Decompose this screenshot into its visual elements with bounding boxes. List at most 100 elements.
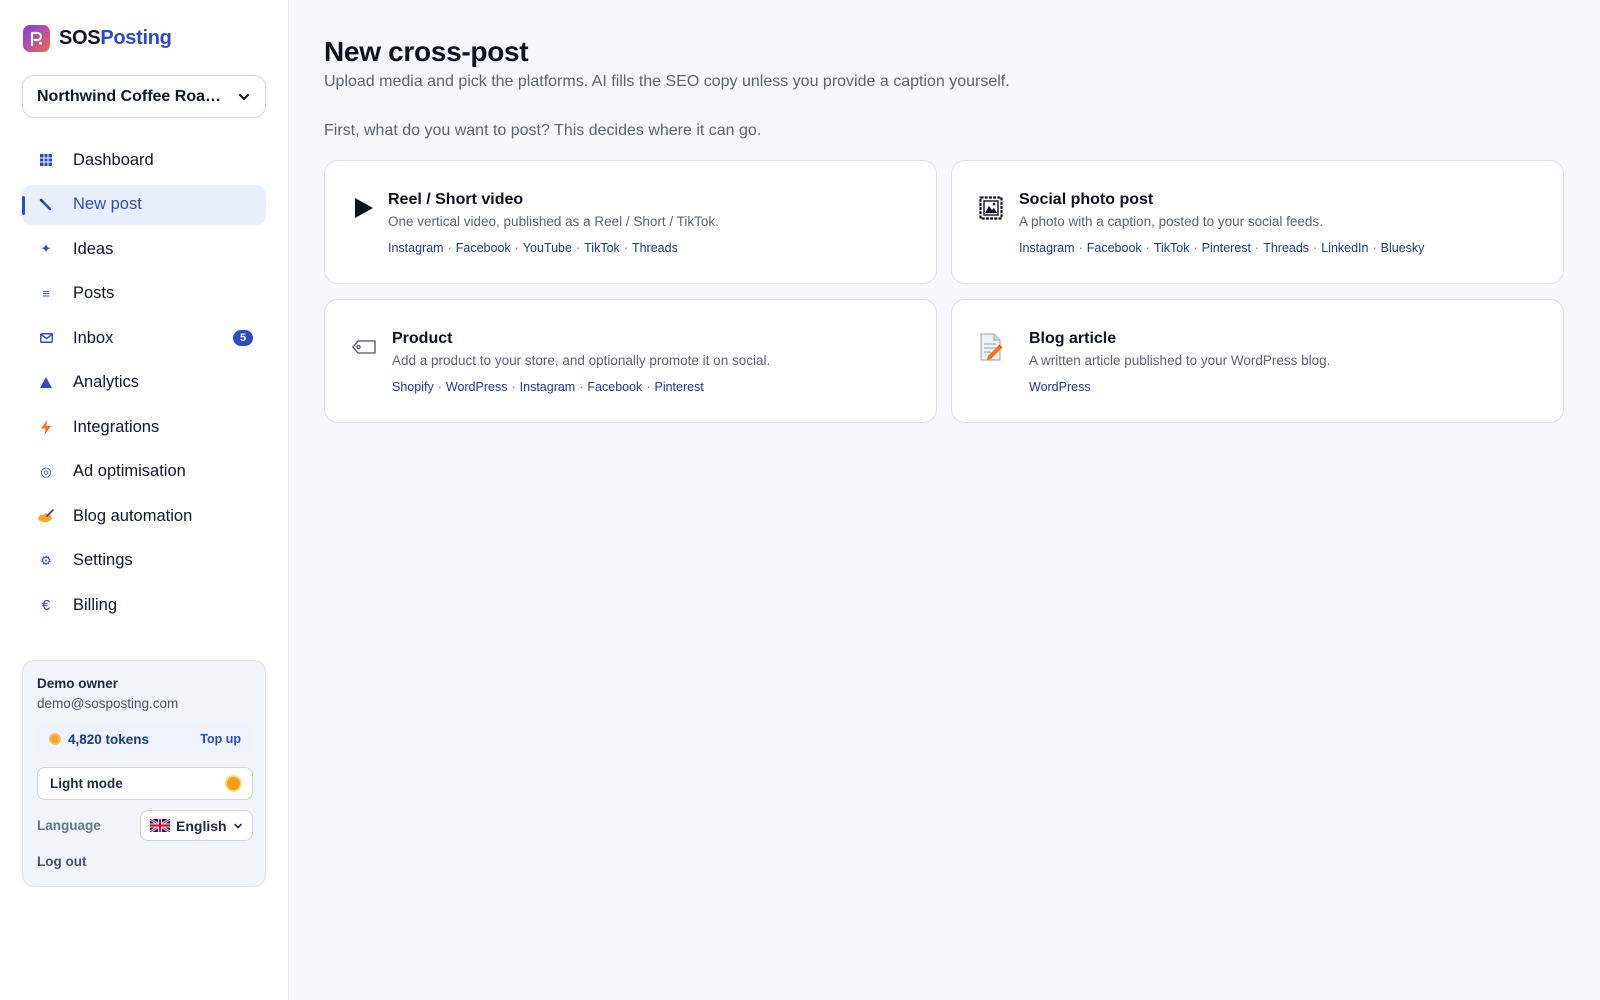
platform-wordpress[interactable]: WordPress — [446, 380, 508, 394]
chevron-down-icon — [239, 93, 249, 100]
list-icon: ≡ — [42, 286, 50, 301]
price-tag-icon — [351, 334, 377, 360]
grid-icon — [37, 151, 55, 169]
post-type-card-reel[interactable]: Reel / Short video One vertical video, p… — [324, 160, 937, 284]
card-platforms: Shopify · WordPress · Instagram · Facebook · Pin… — [392, 380, 704, 394]
token-count: 4,820 tokens — [68, 731, 150, 747]
top-up-link[interactable]: Top up — [200, 732, 241, 746]
page-title: New cross-post — [324, 36, 529, 67]
sidebar-item-ad-optimisation[interactable]: ◎ Ad optimisation — [22, 452, 266, 492]
logout-link[interactable]: Log out — [37, 854, 86, 869]
post-type-card-blog[interactable]: Blog article A written article published… — [951, 299, 1564, 423]
language-value: English — [176, 817, 227, 834]
platform-threads[interactable]: Threads — [1263, 241, 1309, 255]
language-select[interactable]: English — [140, 810, 253, 841]
card-title: Product — [392, 330, 453, 347]
page-subtitle: Upload media and pick the platforms. AI … — [324, 73, 1010, 90]
sidebar-item-integrations[interactable]: Integrations — [22, 407, 266, 447]
card-description: A written article published to your Word… — [1029, 353, 1331, 368]
platform-shopify[interactable]: Shopify — [392, 380, 434, 394]
platform-youtube[interactable]: YouTube — [523, 241, 572, 255]
sidebar-item-analytics[interactable]: Analytics — [22, 363, 266, 403]
platform-facebook[interactable]: Facebook — [587, 380, 642, 394]
sidebar-item-label: New post — [73, 195, 142, 213]
account-name: Demo owner — [37, 676, 119, 691]
platform-wordpress[interactable]: WordPress — [1029, 380, 1091, 394]
platform-instagram[interactable]: Instagram — [520, 380, 576, 394]
sidebar-item-new-post[interactable]: New post — [22, 184, 266, 225]
brand-name-part2: Posting — [100, 26, 172, 49]
card-platforms: Instagram · Facebook · YouTube · TikTok · Thread… — [388, 241, 678, 255]
memo-icon — [978, 333, 1004, 361]
card-title: Social photo post — [1019, 191, 1154, 208]
sidebar: SOSPosting Northwind Coffee Roas… Dashbo… — [0, 0, 289, 1000]
theme-toggle[interactable]: Light mode — [37, 767, 253, 800]
coin-icon — [49, 733, 61, 745]
sidebar-item-billing[interactable]: € Billing — [22, 585, 266, 625]
triangle-icon — [37, 374, 55, 392]
sparkle-icon: ✦ — [40, 241, 52, 256]
theme-toggle-label: Light mode — [50, 776, 123, 791]
writing-hand-icon — [37, 507, 55, 525]
brand-name: SOSPosting — [59, 27, 172, 50]
pencil-icon — [37, 196, 55, 214]
logo-icon — [23, 24, 50, 52]
brand[interactable]: SOSPosting — [23, 24, 172, 52]
sidebar-item-label: Posts — [73, 284, 115, 302]
gear-icon: ⚙ — [40, 552, 52, 568]
envelope-icon — [37, 329, 55, 347]
card-description: Add a product to your store, and optiona… — [392, 353, 771, 368]
platform-instagram[interactable]: Instagram — [388, 241, 444, 255]
target-icon: ◎ — [40, 463, 52, 479]
sidebar-item-dashboard[interactable]: Dashboard — [22, 140, 266, 180]
workspace-selector[interactable]: Northwind Coffee Roas… — [22, 75, 266, 118]
platform-threads[interactable]: Threads — [632, 241, 678, 255]
post-type-card-product[interactable]: Product Add a product to your store, and… — [324, 299, 937, 423]
sidebar-item-label: Settings — [73, 551, 133, 569]
platform-tiktok[interactable]: TikTok — [584, 241, 620, 255]
post-type-prompt: First, what do you want to post? This de… — [324, 122, 762, 139]
sidebar-item-posts[interactable]: ≡ Posts — [22, 274, 266, 314]
sun-icon — [227, 777, 240, 790]
sidebar-item-ideas[interactable]: ✦ Ideas — [22, 229, 266, 269]
sidebar-item-label: Analytics — [73, 373, 140, 391]
card-description: One vertical video, published as a Reel … — [388, 214, 719, 229]
card-title: Blog article — [1029, 330, 1117, 347]
workspace-name: Northwind Coffee Roas… — [37, 87, 229, 105]
sidebar-item-label: Integrations — [73, 417, 160, 436]
sidebar-nav: Dashboard New post ✦ Ideas ≡ Posts Inbox… — [22, 140, 266, 630]
platform-facebook[interactable]: Facebook — [1087, 241, 1142, 255]
platform-facebook[interactable]: Facebook — [456, 241, 511, 255]
sidebar-item-inbox[interactable]: Inbox 5 — [22, 318, 266, 358]
card-description: A photo with a caption, posted to your s… — [1019, 214, 1323, 229]
chevron-down-icon — [234, 823, 242, 828]
sidebar-item-settings[interactable]: ⚙ Settings — [22, 541, 266, 581]
brand-name-part1: SOS — [59, 26, 101, 49]
platform-tiktok[interactable]: TikTok — [1154, 241, 1190, 255]
euro-icon: € — [41, 596, 51, 614]
sidebar-item-label: Ad optimisation — [73, 462, 186, 480]
platform-instagram[interactable]: Instagram — [1019, 241, 1075, 255]
sidebar-item-label: Dashboard — [73, 150, 154, 169]
inbox-count-badge: 5 — [233, 330, 253, 346]
card-platforms: WordPress — [1029, 380, 1091, 394]
sidebar-item-label: Inbox — [73, 328, 114, 347]
framed-picture-icon — [978, 195, 1004, 221]
sidebar-item-blog-automation[interactable]: Blog automation — [22, 496, 266, 536]
sidebar-item-label: Ideas — [73, 239, 114, 258]
language-label: Language — [37, 818, 101, 833]
platform-linkedin[interactable]: LinkedIn — [1321, 241, 1368, 255]
card-title: Reel / Short video — [388, 191, 524, 208]
play-icon — [351, 195, 377, 221]
platform-pinterest[interactable]: Pinterest — [1202, 241, 1251, 255]
card-platforms: Instagram · Facebook · TikTok · Pinterest · Thre… — [1019, 241, 1425, 255]
uk-flag-icon — [150, 819, 170, 832]
platform-bluesky[interactable]: Bluesky — [1381, 241, 1425, 255]
sidebar-item-label: Blog automation — [73, 506, 193, 525]
sidebar-item-label: Billing — [73, 595, 118, 614]
token-balance: 4,820 tokens Top up — [37, 724, 253, 754]
account-email: demo@sosposting.com — [37, 696, 179, 711]
account-panel: Demo owner demo@sosposting.com 4,820 tok… — [22, 660, 266, 887]
post-type-card-photo[interactable]: Social photo post A photo with a caption… — [951, 160, 1564, 284]
platform-pinterest[interactable]: Pinterest — [654, 380, 703, 394]
